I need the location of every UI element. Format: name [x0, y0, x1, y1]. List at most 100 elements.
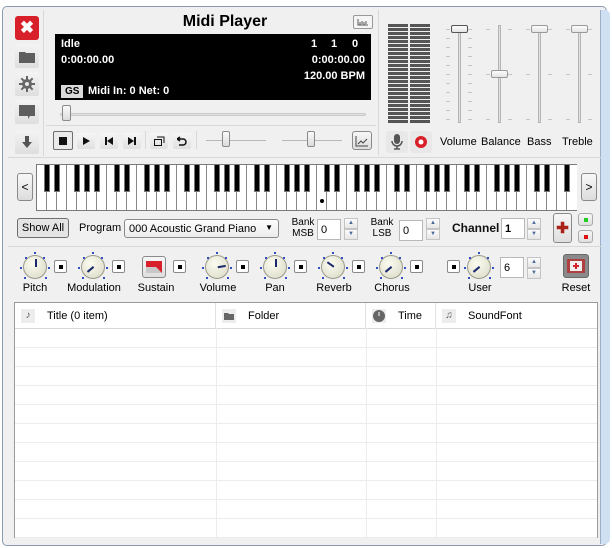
speed-slider-thumb[interactable]: [222, 131, 230, 147]
mixer-slider-bass[interactable]: [538, 25, 541, 123]
mixer-slider-thumb-bass[interactable]: [531, 25, 548, 33]
mixer-slider-volume[interactable]: [458, 25, 461, 123]
mixer-slider-thumb-volume[interactable]: [451, 25, 468, 33]
play-button[interactable]: [77, 133, 95, 149]
microphone-button[interactable]: [386, 131, 408, 153]
black-key[interactable]: [324, 165, 330, 192]
mini-mode-button[interactable]: [150, 133, 168, 149]
black-key[interactable]: [434, 165, 440, 192]
volume-toggle[interactable]: [236, 260, 249, 273]
black-key[interactable]: [264, 165, 270, 192]
column-folder[interactable]: Folder: [216, 303, 366, 328]
solo-button[interactable]: [578, 213, 593, 226]
black-key[interactable]: [74, 165, 80, 192]
black-key[interactable]: [94, 165, 100, 192]
keyboard-scroll-left[interactable]: <: [17, 173, 33, 201]
close-button[interactable]: ✖: [15, 16, 39, 40]
black-key[interactable]: [214, 165, 220, 192]
seek-thumb[interactable]: [62, 105, 71, 121]
record-button[interactable]: [410, 131, 432, 153]
spin-down-icon[interactable]: ▼: [527, 268, 541, 279]
bank-lsb-spinner[interactable]: ▲ ▼: [426, 218, 440, 240]
black-key[interactable]: [124, 165, 130, 192]
repeat-button[interactable]: [173, 133, 191, 149]
black-key[interactable]: [534, 165, 540, 192]
black-key[interactable]: [144, 165, 150, 192]
add-channel-button[interactable]: ✚: [553, 213, 572, 243]
transpose-slider-thumb[interactable]: [307, 131, 315, 147]
black-key[interactable]: [164, 165, 170, 192]
mute-button[interactable]: [578, 230, 593, 243]
black-key[interactable]: [394, 165, 400, 192]
graph-button[interactable]: [352, 131, 372, 150]
speed-slider[interactable]: [206, 140, 266, 141]
spin-up-icon[interactable]: ▲: [527, 218, 541, 229]
black-key[interactable]: [284, 165, 290, 192]
previous-button[interactable]: [100, 133, 118, 149]
pitch-toggle[interactable]: [54, 260, 67, 273]
column-title[interactable]: ♪ Title (0 item): [15, 303, 216, 328]
sustain-button[interactable]: [142, 256, 166, 278]
black-key[interactable]: [224, 165, 230, 192]
spin-up-icon[interactable]: ▲: [344, 218, 358, 229]
channel-input[interactable]: 1: [501, 218, 525, 239]
spin-down-icon[interactable]: ▼: [426, 229, 440, 240]
settings-button[interactable]: [15, 72, 39, 96]
modulation-toggle[interactable]: [112, 260, 125, 273]
black-key[interactable]: [294, 165, 300, 192]
column-time[interactable]: Time: [366, 303, 436, 328]
black-key[interactable]: [424, 165, 430, 192]
reverb-toggle[interactable]: [352, 260, 365, 273]
spin-up-icon[interactable]: ▲: [426, 218, 440, 229]
gs-mode-badge[interactable]: GS: [61, 85, 84, 98]
chorus-toggle[interactable]: [410, 260, 423, 273]
comment-button[interactable]: [15, 100, 39, 124]
black-key[interactable]: [364, 165, 370, 192]
seek-bar[interactable]: [60, 113, 366, 116]
column-soundfont[interactable]: ♫ SoundFont: [436, 303, 597, 328]
spin-down-icon[interactable]: ▼: [527, 229, 541, 240]
mixer-slider-thumb-balance[interactable]: [491, 70, 508, 78]
open-folder-button[interactable]: [15, 44, 39, 68]
black-key[interactable]: [54, 165, 60, 192]
keyboard-scroll-right[interactable]: >: [581, 173, 597, 201]
sustain-toggle[interactable]: [173, 260, 186, 273]
black-key[interactable]: [514, 165, 520, 192]
user-toggle[interactable]: [447, 260, 460, 273]
black-key[interactable]: [184, 165, 190, 192]
black-key[interactable]: [564, 165, 570, 192]
user-cc-spinner[interactable]: ▲ ▼: [527, 257, 541, 279]
black-key[interactable]: [504, 165, 510, 192]
black-key[interactable]: [474, 165, 480, 192]
spin-up-icon[interactable]: ▲: [527, 257, 541, 268]
piano-keyboard[interactable]: [36, 164, 577, 211]
next-button[interactable]: [123, 133, 141, 149]
stop-button[interactable]: [53, 131, 73, 150]
reset-button[interactable]: [563, 254, 589, 278]
black-key[interactable]: [114, 165, 120, 192]
mixer-slider-treble[interactable]: [578, 25, 581, 123]
black-key[interactable]: [154, 165, 160, 192]
black-key[interactable]: [194, 165, 200, 192]
program-select[interactable]: 000 Acoustic Grand Piano ▼: [124, 219, 279, 238]
bank-msb-spinner[interactable]: ▲ ▼: [344, 218, 358, 240]
black-key[interactable]: [334, 165, 340, 192]
black-key[interactable]: [464, 165, 470, 192]
bank-msb-input[interactable]: 0: [317, 219, 341, 240]
black-key[interactable]: [304, 165, 310, 192]
mixer-slider-thumb-treble[interactable]: [571, 25, 588, 33]
spin-down-icon[interactable]: ▼: [344, 229, 358, 240]
black-key[interactable]: [44, 165, 50, 192]
channel-spinner[interactable]: ▲ ▼: [527, 218, 541, 240]
user-cc-input[interactable]: 6: [500, 257, 524, 278]
black-key[interactable]: [494, 165, 500, 192]
black-key[interactable]: [354, 165, 360, 192]
black-key[interactable]: [374, 165, 380, 192]
playlist-table[interactable]: ♪ Title (0 item) Folder Time ♫ SoundFont: [14, 302, 598, 538]
bank-lsb-input[interactable]: 0: [399, 220, 423, 241]
download-button[interactable]: [15, 130, 39, 154]
show-all-button[interactable]: Show All: [17, 218, 69, 238]
black-key[interactable]: [84, 165, 90, 192]
black-key[interactable]: [404, 165, 410, 192]
black-key[interactable]: [444, 165, 450, 192]
